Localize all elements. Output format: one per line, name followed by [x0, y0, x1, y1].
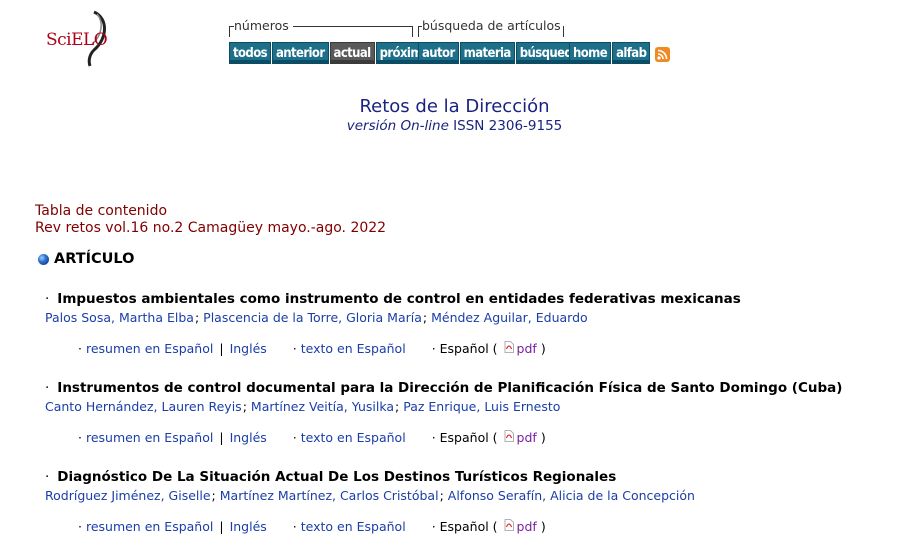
pdf-language: Español (	[439, 341, 498, 356]
author-link[interactable]: Alfonso Serafín, Alicia de la Concepción	[448, 488, 695, 503]
article-title: · Impuestos ambientales como instrumento …	[45, 291, 741, 307]
section-title: ARTÍCULO	[54, 251, 135, 267]
pdf-icon	[504, 429, 514, 442]
author-link[interactable]: Palos Sosa, Martha Elba	[45, 310, 194, 325]
author-link[interactable]: Paz Enrique, Luis Ernesto	[403, 399, 560, 414]
abstract-es-link[interactable]: resumen en Español	[86, 430, 213, 445]
issue-info: Rev retos vol.16 no.2 Camagüey mayo.-ago…	[35, 220, 387, 236]
abstract-es-link[interactable]: resumen en Español	[86, 519, 213, 534]
busqueda-group-label: búsqueda de artículos	[422, 18, 563, 34]
fulltext-es-link[interactable]: texto en Español	[301, 341, 406, 356]
author-link[interactable]: Méndez Aguilar, Eduardo	[431, 310, 588, 325]
issn-value: ISSN 2306-9155	[453, 118, 563, 134]
article-links: · resumen en Español | Inglés · texto en E…	[78, 429, 546, 445]
article-authors: Canto Hernández, Lauren Reyis; Martínez V…	[45, 399, 561, 414]
pdf-icon	[504, 518, 514, 531]
home-button[interactable]: home	[569, 42, 612, 64]
pdf-language: Español (	[439, 430, 498, 445]
autor-button[interactable]: autor	[418, 42, 459, 64]
fulltext-es-link[interactable]: texto en Español	[301, 519, 406, 534]
logo-text: SciELO	[46, 30, 108, 50]
article-authors: Palos Sosa, Martha Elba; Plascencia de la…	[45, 310, 588, 325]
numeros-group-label: números	[234, 18, 293, 34]
rss-icon[interactable]	[655, 47, 670, 62]
article-links: · resumen en Español | Inglés · texto en E…	[78, 340, 546, 356]
pdf-close: )	[540, 341, 546, 356]
pdf-link[interactable]: pdf	[517, 430, 537, 445]
pdf-icon	[504, 340, 514, 353]
pdf-link[interactable]: pdf	[517, 341, 537, 356]
article-item: · Instrumentos de control documental para…	[45, 380, 905, 445]
author-link[interactable]: Martínez Martínez, Carlos Cristóbal	[220, 488, 439, 503]
numeros-toolbar: todos anterior actual próximo	[229, 42, 434, 64]
materia-button[interactable]: materia	[459, 42, 515, 64]
pdf-language: Español (	[439, 519, 498, 534]
anterior-button[interactable]: anterior	[272, 42, 329, 64]
journal-title: Retos de la Dirección	[359, 96, 550, 117]
pdf-close: )	[540, 430, 546, 445]
toc-heading: Tabla de contenido Rev retos vol.16 no.2…	[35, 203, 386, 237]
author-link[interactable]: Martínez Veitía, Yusilka	[251, 399, 394, 414]
issn-line: versión On-line ISSN 2306-9155	[0, 118, 909, 134]
article-item: · Diagnóstico De La Situación Actual De L…	[45, 469, 905, 534]
alfab-button[interactable]: alfab	[612, 42, 651, 64]
scielo-logo[interactable]: SciELO	[44, 8, 114, 68]
toc-title: Tabla de contenido	[35, 203, 168, 219]
article-title: · Instrumentos de control documental para…	[45, 380, 843, 396]
home-toolbar: home alfab	[569, 42, 651, 64]
article-item: · Impuestos ambientales como instrumento …	[45, 291, 905, 356]
pdf-close: )	[540, 519, 546, 534]
abstract-en-link[interactable]: Inglés	[230, 519, 267, 534]
abstract-en-link[interactable]: Inglés	[230, 341, 267, 356]
busqueda-toolbar: autor materia búsqueda	[418, 42, 584, 64]
author-link[interactable]: Rodríguez Jiménez, Giselle	[45, 488, 211, 503]
author-link[interactable]: Canto Hernández, Lauren Reyis	[45, 399, 242, 414]
version-label: versión On-line	[346, 118, 449, 134]
article-links: · resumen en Español | Inglés · texto en E…	[78, 518, 546, 534]
section-bullet-icon	[38, 253, 49, 265]
pdf-link[interactable]: pdf	[517, 519, 537, 534]
todos-button[interactable]: todos	[229, 42, 272, 64]
fulltext-es-link[interactable]: texto en Español	[301, 430, 406, 445]
abstract-en-link[interactable]: Inglés	[230, 430, 267, 445]
author-link[interactable]: Plascencia de la Torre, Gloria María	[203, 310, 422, 325]
section-heading: ARTÍCULO	[38, 251, 135, 267]
abstract-es-link[interactable]: resumen en Español	[86, 341, 213, 356]
article-authors: Rodríguez Jiménez, Giselle; Martínez Mart…	[45, 488, 695, 503]
actual-button[interactable]: actual	[329, 42, 375, 64]
article-title: · Diagnóstico De La Situación Actual De L…	[45, 469, 617, 485]
